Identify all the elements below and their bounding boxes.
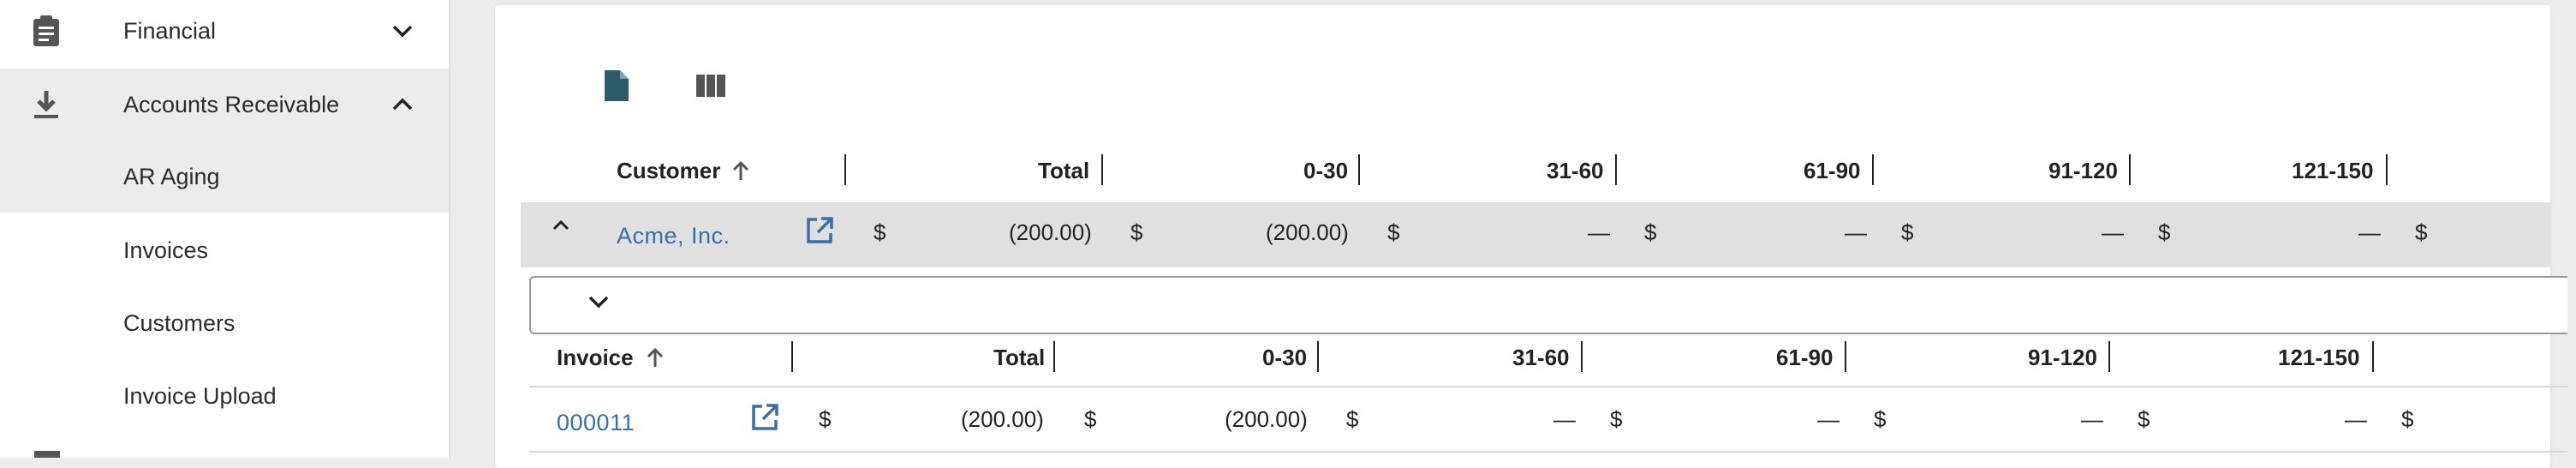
- download-icon: [29, 87, 63, 122]
- cell-0-30: (200.00): [1225, 406, 1308, 432]
- column-header-31-60[interactable]: 31-60: [1512, 345, 1570, 371]
- column-header-121-150[interactable]: 121-150: [2292, 158, 2373, 184]
- sidebar: Financial Accounts Receivable AR Aging I…: [0, 0, 450, 458]
- cell-31-60: —: [1553, 406, 1576, 432]
- chevron-up-icon[interactable]: [387, 89, 418, 120]
- cell-31-60: —: [1588, 219, 1610, 245]
- column-header-31-60[interactable]: 31-60: [1547, 158, 1604, 184]
- column-separator[interactable]: [1358, 154, 1360, 185]
- cell-0-30: (200.00): [1266, 219, 1349, 245]
- clipboard-icon: [29, 14, 63, 48]
- currency-symbol: $: [1387, 219, 1400, 245]
- currency-symbol: $: [1346, 406, 1359, 432]
- currency-symbol: $: [2138, 406, 2150, 432]
- cell-total: (200.00): [961, 406, 1044, 432]
- cell-total: (200.00): [1009, 219, 1092, 245]
- cell-121-150: —: [2358, 219, 2381, 245]
- cell-91-120: —: [2081, 406, 2103, 432]
- partial-icon: [34, 451, 60, 458]
- column-separator[interactable]: [1317, 341, 1319, 372]
- currency-symbol: $: [2401, 406, 2414, 432]
- currency-symbol: $: [819, 406, 832, 432]
- sidebar-item-label: Customers: [123, 309, 236, 336]
- sidebar-item-customers[interactable]: Customers: [0, 287, 449, 359]
- column-header-91-120[interactable]: 91-120: [2028, 345, 2097, 371]
- chevron-up-icon[interactable]: [552, 219, 570, 236]
- currency-symbol: $: [1610, 406, 1623, 432]
- column-separator[interactable]: [2108, 341, 2110, 372]
- column-header-total[interactable]: Total: [993, 345, 1045, 371]
- column-header-121-150[interactable]: 121-150: [2278, 345, 2359, 371]
- column-separator[interactable]: [1053, 341, 1055, 372]
- column-separator[interactable]: [2372, 341, 2374, 372]
- currency-symbol: $: [1130, 219, 1143, 245]
- sidebar-item-ar-aging[interactable]: AR Aging: [0, 141, 449, 213]
- sidebar-item-invoices[interactable]: Invoices: [0, 214, 449, 286]
- sidebar-item-label: Invoices: [123, 237, 209, 263]
- invoice-link[interactable]: 000011: [557, 410, 635, 436]
- document-icon[interactable]: [598, 67, 635, 105]
- column-separator[interactable]: [1101, 154, 1103, 185]
- chevron-down-icon[interactable]: [587, 295, 610, 313]
- column-header-total[interactable]: Total: [1038, 158, 1089, 184]
- currency-symbol: $: [2158, 219, 2171, 245]
- sort-arrow-up-icon[interactable]: [646, 346, 665, 373]
- currency-symbol: $: [1084, 406, 1097, 432]
- column-header-0-30[interactable]: 0-30: [1303, 158, 1348, 184]
- sidebar-item-invoice-upload[interactable]: Invoice Upload: [0, 360, 449, 432]
- sidebar-item-financial[interactable]: Financial: [0, 0, 449, 67]
- sidebar-item-label: Accounts Receivable: [123, 91, 340, 117]
- currency-symbol: $: [1874, 406, 1887, 432]
- main-panel: Customer Total 0-30 31-60 61-90 91-120 1…: [495, 5, 2567, 468]
- cell-121-150: —: [2345, 406, 2367, 432]
- column-separator[interactable]: [1845, 341, 1846, 372]
- column-header-91-120[interactable]: 91-120: [2048, 158, 2118, 184]
- divider: [529, 386, 2567, 387]
- column-separator[interactable]: [1615, 154, 1617, 185]
- columns-icon[interactable]: [692, 67, 730, 105]
- sidebar-item-accounts-receivable[interactable]: Accounts Receivable: [0, 69, 449, 141]
- currency-symbol: $: [874, 219, 886, 245]
- column-separator[interactable]: [1872, 154, 1874, 185]
- chevron-down-icon[interactable]: [387, 15, 418, 46]
- open-in-new-icon[interactable]: [750, 403, 779, 436]
- column-separator[interactable]: [791, 341, 793, 372]
- expanded-detail-panel: [529, 276, 2567, 334]
- column-separator[interactable]: [2386, 154, 2388, 185]
- sort-arrow-up-icon[interactable]: [731, 159, 750, 186]
- customer-link[interactable]: Acme, Inc.: [617, 223, 730, 249]
- column-separator[interactable]: [2129, 154, 2131, 185]
- cell-61-90: —: [1845, 219, 1867, 245]
- currency-symbol: $: [2415, 219, 2428, 245]
- column-separator[interactable]: [1581, 341, 1583, 372]
- sidebar-item-label: Invoice Upload: [123, 382, 277, 409]
- currency-symbol: $: [1901, 219, 1914, 245]
- column-header-customer[interactable]: Customer: [617, 158, 720, 184]
- cell-91-120: —: [2102, 219, 2124, 245]
- column-separator[interactable]: [844, 154, 846, 185]
- currency-symbol: $: [1644, 219, 1657, 245]
- sidebar-item-label: Financial: [123, 17, 217, 44]
- cell-61-90: —: [1817, 406, 1840, 432]
- divider: [529, 451, 2567, 453]
- column-header-61-90[interactable]: 61-90: [1776, 345, 1834, 371]
- sidebar-item-label: AR Aging: [123, 163, 220, 189]
- column-header-61-90[interactable]: 61-90: [1804, 158, 1861, 184]
- column-header-0-30[interactable]: 0-30: [1262, 345, 1307, 371]
- open-in-new-icon[interactable]: [805, 216, 834, 249]
- column-header-invoice[interactable]: Invoice: [557, 345, 634, 371]
